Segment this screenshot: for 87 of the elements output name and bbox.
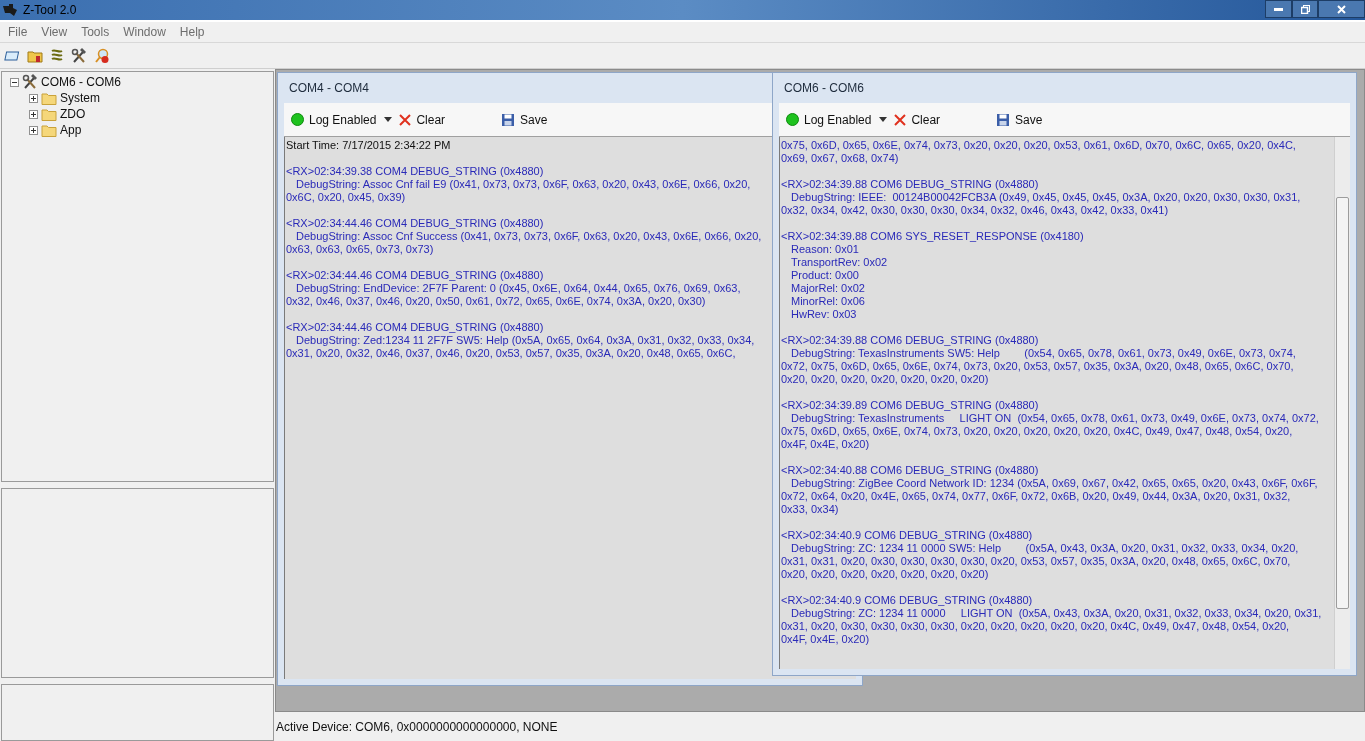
log-line: DebugString: ZigBee Coord Network ID: 1234 (0x5A, 0x69, 0x67, 0x42, 0x65, 0x65, 0x20, 0x43, 0x6F, 0x6F, <box>790 477 1318 490</box>
tree-item[interactable]: System <box>60 89 100 107</box>
log-line: 0x31, 0x31, 0x20, 0x30, 0x30, 0x30, 0x30, 0x20, 0x53, 0x57, 0x35, 0x3A, 0x20, 0x48, 0x65, 0x6C, 0x70, <box>781 555 1291 568</box>
log-line: 0x33, 0x34) <box>781 503 839 516</box>
save-button[interactable]: Save <box>501 110 548 129</box>
restore-button[interactable] <box>1292 0 1318 18</box>
log-line: DebugString: ZC: 1234 11 0000 SW5: Help (0x5A, 0x43, 0x3A, 0x20, 0x31, 0x32, 0x33, 0x34, 0x20, <box>790 542 1299 555</box>
hammer-wrench-icon <box>71 47 87 64</box>
log-line: 0x63, 0x63, 0x65, 0x73, 0x73) <box>286 243 434 256</box>
close-icon <box>893 112 908 127</box>
menu-item[interactable]: Tools <box>74 23 117 41</box>
log-header: <RX>02:34:39.89 COM6 DEBUG_STRING (0x4880) <box>781 399 1039 412</box>
minimize-icon <box>1274 7 1283 11</box>
log-line: 0x75, 0x6D, 0x65, 0x6E, 0x74, 0x73, 0x20, 0x20, 0x20, 0x53, 0x61, 0x6D, 0x70, 0x6C, 0x65, 0x20, 0x4C, <box>781 139 1296 152</box>
log-line: DebugString: TexasInstruments SW5: Help (0x54, 0x65, 0x78, 0x61, 0x73, 0x49, 0x6E, 0x73, 0x74, <box>790 347 1296 360</box>
tree-item[interactable]: App <box>60 121 82 139</box>
log-line: 0x69, 0x67, 0x68, 0x74) <box>781 152 899 165</box>
caret-icon[interactable] <box>384 117 393 122</box>
window-title: Z-Tool 2.0 <box>23 2 77 19</box>
folder-icon <box>41 123 57 137</box>
log-line: DebugString: TexasInstruments LIGHT ON (0x54, 0x65, 0x78, 0x61, 0x73, 0x49, 0x6E, 0x73, 0x74, 0x72, <box>790 412 1319 425</box>
log-header: <RX>02:34:39.88 COM6 DEBUG_STRING (0x4880) <box>781 178 1039 191</box>
log-line: 0x72, 0x75, 0x6D, 0x65, 0x6E, 0x74, 0x73, 0x20, 0x53, 0x57, 0x35, 0x3A, 0x20, 0x48, 0x65, 0x6C, 0x70, <box>781 360 1294 373</box>
close-button[interactable] <box>1318 0 1365 18</box>
caret-icon[interactable] <box>879 117 888 122</box>
menu-item[interactable]: Help <box>172 23 212 41</box>
log-line: TransportRev: 0x02 <box>790 256 888 269</box>
tree-item[interactable]: ZDO <box>60 105 86 123</box>
log-header: <RX>02:34:39.88 COM6 SYS_RESET_RESPONSE (0x4180) <box>781 230 1084 243</box>
log-line: 0x20, 0x20, 0x20, 0x20, 0x20, 0x20, 0x20) <box>781 568 989 581</box>
status-bar-text: Active Device: COM6, 0x0000000000000000, NONE <box>276 718 558 736</box>
log-line: 0x32, 0x34, 0x42, 0x30, 0x30, 0x30, 0x34, 0x32, 0x46, 0x43, 0x42, 0x33, 0x41) <box>781 204 1169 217</box>
log-line: 0x4F, 0x4E, 0x20) <box>781 633 870 646</box>
log-header: <RX>02:34:44.46 COM4 DEBUG_STRING (0x4880) <box>286 321 544 334</box>
log-line: 0x6C, 0x20, 0x45, 0x39) <box>286 191 406 204</box>
hammer-wrench-icon <box>22 74 38 90</box>
log-header: <RX>02:34:40.88 COM6 DEBUG_STRING (0x4880) <box>781 464 1039 477</box>
log-header: <RX>02:34:39.38 COM4 DEBUG_STRING (0x4880) <box>286 165 544 178</box>
log-header: <RX>02:34:44.46 COM4 DEBUG_STRING (0x4880) <box>286 269 544 282</box>
log-line: HwRev: 0x03 <box>790 308 857 321</box>
log-header: <RX>02:34:40.9 COM6 DEBUG_STRING (0x4880) <box>781 594 1033 607</box>
log-line: 0x31, 0x20, 0x30, 0x30, 0x30, 0x30, 0x20, 0x20, 0x20, 0x20, 0x20, 0x4C, 0x49, 0x47, 0x48, 0x54, 0x20, <box>781 620 1290 633</box>
expand-icon[interactable] <box>29 109 38 119</box>
folder-icon <box>41 91 57 105</box>
magnifier-icon[interactable] <box>94 47 110 64</box>
document-title: COM4 - COM4 <box>289 80 369 97</box>
menu-item[interactable]: Window <box>116 23 173 41</box>
log-line: DebugString: Zed:1234 11 2F7F SW5: Help (0x5A, 0x65, 0x64, 0x3A, 0x31, 0x32, 0x33, 0x34, <box>295 334 755 347</box>
save-button[interactable]: Save <box>996 110 1043 129</box>
log-line: 0x20, 0x20, 0x20, 0x20, 0x20, 0x20, 0x20) <box>781 373 989 386</box>
minimize-button[interactable] <box>1265 0 1292 18</box>
log-line: 0x75, 0x6D, 0x65, 0x6E, 0x74, 0x73, 0x20, 0x20, 0x20, 0x20, 0x20, 0x4C, 0x49, 0x47, 0x48, 0x54, 0x20, <box>781 425 1293 438</box>
menu-item[interactable]: File <box>1 23 35 41</box>
log-line: 0x4F, 0x4E, 0x20) <box>781 438 870 451</box>
start-time: Start Time: 7/17/2015 2:34:22 PM <box>286 139 451 152</box>
collapse-icon[interactable] <box>10 77 19 87</box>
log-line: DebugString: ZC: 1234 11 0000 LIGHT ON (0x5A, 0x43, 0x3A, 0x20, 0x31, 0x32, 0x33, 0x34, 0x20, 0x31, <box>790 607 1322 620</box>
close-icon <box>398 112 413 127</box>
log-line: DebugString: EndDevice: 2F7F Parent: 0 (0x45, 0x6E, 0x64, 0x44, 0x65, 0x76, 0x69, 0x63, <box>295 282 741 295</box>
log-line: 0x32, 0x46, 0x37, 0x46, 0x20, 0x50, 0x61, 0x72, 0x65, 0x6E, 0x74, 0x3A, 0x20, 0x30) <box>286 295 706 308</box>
tree-item[interactable]: COM6 - COM6 <box>41 73 121 91</box>
log-header: <RX>02:34:40.9 COM6 DEBUG_STRING (0x4880) <box>781 529 1033 542</box>
vertical-scrollbar[interactable] <box>1334 137 1350 669</box>
connection-icon[interactable] <box>4 49 20 62</box>
menu-item[interactable]: View <box>34 23 75 41</box>
log-line: 0x31, 0x20, 0x32, 0x46, 0x37, 0x46, 0x20, 0x53, 0x57, 0x35, 0x3A, 0x20, 0x48, 0x65, 0x6C, <box>286 347 736 360</box>
clear-button[interactable]: Clear <box>398 110 446 129</box>
log-line: DebugString: IEEE: 00124B00042FCB3A (0x49, 0x45, 0x45, 0x45, 0x3A, 0x20, 0x20, 0x30, 0x30, 0x31, <box>790 191 1301 204</box>
log-line: DebugString: Assoc Cnf fail E9 (0x41, 0x73, 0x73, 0x6F, 0x63, 0x20, 0x43, 0x6E, 0x66, 0x20, <box>295 178 751 191</box>
log-enabled-button[interactable]: Log Enabled <box>786 110 874 129</box>
log-line: Product: 0x00 <box>790 269 859 282</box>
document-title: COM6 - COM6 <box>784 80 864 97</box>
folder-icon <box>41 107 57 121</box>
close-icon <box>1337 4 1346 14</box>
expand-icon[interactable] <box>29 125 38 135</box>
app-logo-icon <box>2 3 18 17</box>
log-header: <RX>02:34:44.46 COM4 DEBUG_STRING (0x4880) <box>286 217 544 230</box>
log-line: MinorRel: 0x06 <box>790 295 865 308</box>
log-line: MajorRel: 0x02 <box>790 282 865 295</box>
clear-button[interactable]: Clear <box>893 110 941 129</box>
log-line: DebugString: Assoc Cnf Success (0x41, 0x73, 0x73, 0x6F, 0x63, 0x20, 0x43, 0x6E, 0x66, 0x20, <box>295 230 762 243</box>
log-line: Reason: 0x01 <box>790 243 859 256</box>
log-enabled-button[interactable]: Log Enabled <box>291 110 379 129</box>
expand-icon[interactable] <box>29 93 38 103</box>
log-line: 0x72, 0x64, 0x20, 0x4E, 0x65, 0x74, 0x77, 0x6F, 0x72, 0x6B, 0x20, 0x49, 0x44, 0x3A, 0x20, 0x31, 0x32, <box>781 490 1291 503</box>
restore-icon <box>1300 4 1310 14</box>
log-header: <RX>02:34:39.88 COM6 DEBUG_STRING (0x4880) <box>781 334 1039 347</box>
